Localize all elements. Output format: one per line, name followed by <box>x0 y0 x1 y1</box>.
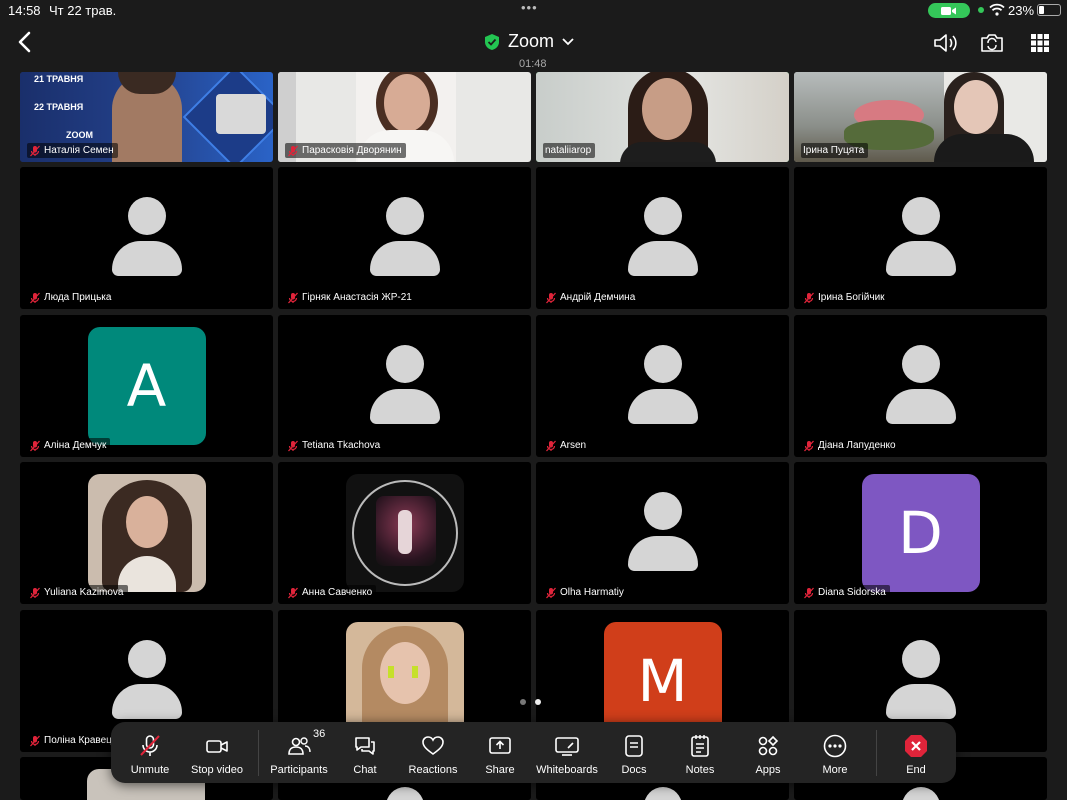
participant-tile[interactable]: D Diana Sidorska <box>794 462 1047 604</box>
notes-button[interactable]: Notes <box>683 722 717 783</box>
participant-tile[interactable]: 21 ТРАВНЯ 22 ТРАВНЯ ZOOM Наталія Семен <box>20 72 273 162</box>
participant-name: Diana Sidorska <box>818 587 886 598</box>
mic-muted-icon <box>288 145 298 156</box>
participant-tile[interactable]: Tetiana Tkachova <box>278 315 531 457</box>
participant-tile[interactable]: Парасковія Дворянин <box>278 72 531 162</box>
avatar-placeholder-icon <box>627 345 698 424</box>
notes-icon <box>691 735 709 757</box>
docs-button[interactable]: Docs <box>619 722 649 783</box>
avatar-placeholder-icon <box>111 640 182 719</box>
participant-tile[interactable]: Діана Лапуденко <box>794 315 1047 457</box>
toolbar-divider <box>876 730 877 776</box>
video-person <box>642 78 692 140</box>
chat-button[interactable]: Chat <box>347 722 383 783</box>
participant-name: Ірина Пуцята <box>803 145 865 156</box>
participant-name: nataliiarop <box>545 145 592 156</box>
profile-photo <box>87 474 206 592</box>
avatar-placeholder-icon <box>885 345 956 424</box>
avatar-placeholder-icon <box>885 640 956 719</box>
participant-name: Андрій Демчина <box>560 292 636 303</box>
participant-name: Tetiana Tkachova <box>302 440 381 451</box>
participant-name: Olha Harmatiy <box>560 587 624 598</box>
chat-icon <box>355 737 375 755</box>
mic-muted-icon <box>804 440 814 451</box>
participants-count: 36 <box>313 728 326 740</box>
mic-muted-icon <box>30 587 40 598</box>
profile-photo <box>345 474 464 592</box>
stop-video-button[interactable]: Stop video <box>188 722 246 783</box>
avatar-letter: A <box>87 327 206 445</box>
page-dot-current[interactable] <box>535 699 541 705</box>
whiteboard-icon <box>555 737 579 756</box>
avatar-placeholder-icon <box>111 197 182 276</box>
mic-muted-icon <box>288 440 298 451</box>
event-banner-text: 22 ТРАВНЯ <box>34 102 84 112</box>
participant-tile-active-speaker[interactable]: nataliiarop <box>536 72 789 162</box>
participant-tile[interactable]: Arsen <box>536 315 789 457</box>
participant-tile[interactable]: Ірина Пуцята <box>794 72 1047 162</box>
participant-name: Arsen <box>560 440 587 451</box>
event-banner-text: 21 ТРАВНЯ <box>34 74 84 84</box>
mic-muted-icon <box>546 440 556 451</box>
participant-grid: 21 ТРАВНЯ 22 ТРАВНЯ ZOOM Наталія Семен П… <box>0 0 1067 800</box>
mic-muted-icon <box>546 587 556 598</box>
mic-muted-icon <box>30 145 40 156</box>
participant-name: Діана Лапуденко <box>818 440 896 451</box>
share-button[interactable]: Share <box>483 722 517 783</box>
mic-muted-icon <box>804 587 814 598</box>
page-indicator[interactable] <box>520 699 541 705</box>
avatar-placeholder-icon <box>627 492 698 571</box>
participant-tile[interactable]: Yuliana Kazimova <box>20 462 273 604</box>
avatar-placeholder-icon <box>369 345 440 424</box>
mic-muted-icon <box>30 440 40 451</box>
avatar-placeholder-icon <box>885 197 956 276</box>
mic-muted-icon <box>288 587 298 598</box>
mic-muted-icon <box>140 735 160 756</box>
participant-tile[interactable]: Анна Савченко <box>278 462 531 604</box>
avatar-placeholder-icon <box>369 197 440 276</box>
participant-tile[interactable]: Olha Harmatiy <box>536 462 789 604</box>
toolbar-divider <box>258 730 259 776</box>
more-options-icon <box>823 734 847 758</box>
share-screen-icon <box>489 737 511 754</box>
apps-icon <box>758 735 779 756</box>
event-banner-text: ZOOM <box>66 130 93 140</box>
participant-name: Гірняк Анастасія ЖР-21 <box>302 292 412 303</box>
page-dot[interactable] <box>520 699 526 705</box>
whiteboards-button[interactable]: Whiteboards <box>535 722 599 783</box>
avatar-placeholder-icon <box>627 197 698 276</box>
mic-muted-icon <box>546 292 556 303</box>
mic-muted-icon <box>30 735 40 746</box>
heart-icon <box>422 736 444 755</box>
meeting-controls-toolbar: Unmute Stop video Participants 36 Chat R… <box>111 722 956 783</box>
participant-name: Ірина Богійчик <box>818 292 885 303</box>
participant-tile[interactable]: Ірина Богійчик <box>794 167 1047 309</box>
participant-tile[interactable]: Люда Прицька <box>20 167 273 309</box>
end-meeting-button[interactable]: End <box>901 722 931 783</box>
mic-muted-icon <box>288 292 298 303</box>
end-call-icon <box>905 735 927 757</box>
avatar-letter: D <box>861 474 980 592</box>
mic-muted-icon <box>30 292 40 303</box>
participant-name: Yuliana Kazimova <box>44 587 124 598</box>
mic-muted-icon <box>804 292 814 303</box>
apps-button[interactable]: Apps <box>752 722 784 783</box>
more-button[interactable]: More <box>819 722 851 783</box>
participant-tile[interactable]: Андрій Демчина <box>536 167 789 309</box>
participant-name: Люда Прицька <box>44 292 112 303</box>
document-icon <box>625 735 643 757</box>
video-person <box>954 80 998 134</box>
video-camera-icon <box>206 740 228 753</box>
participants-icon <box>288 737 311 755</box>
unmute-button[interactable]: Unmute <box>125 722 175 783</box>
participant-name: Анна Савченко <box>302 587 373 598</box>
reactions-button[interactable]: Reactions <box>405 722 461 783</box>
participant-tile[interactable]: Гірняк Анастасія ЖР-21 <box>278 167 531 309</box>
participant-name: Аліна Демчук <box>44 440 107 451</box>
video-person <box>384 74 430 132</box>
participant-name: Поліна Кравец <box>44 735 112 746</box>
participant-name: Парасковія Дворянин <box>302 145 402 156</box>
participant-tile[interactable]: A Аліна Демчук <box>20 315 273 457</box>
participant-name: Наталія Семен <box>44 145 114 156</box>
